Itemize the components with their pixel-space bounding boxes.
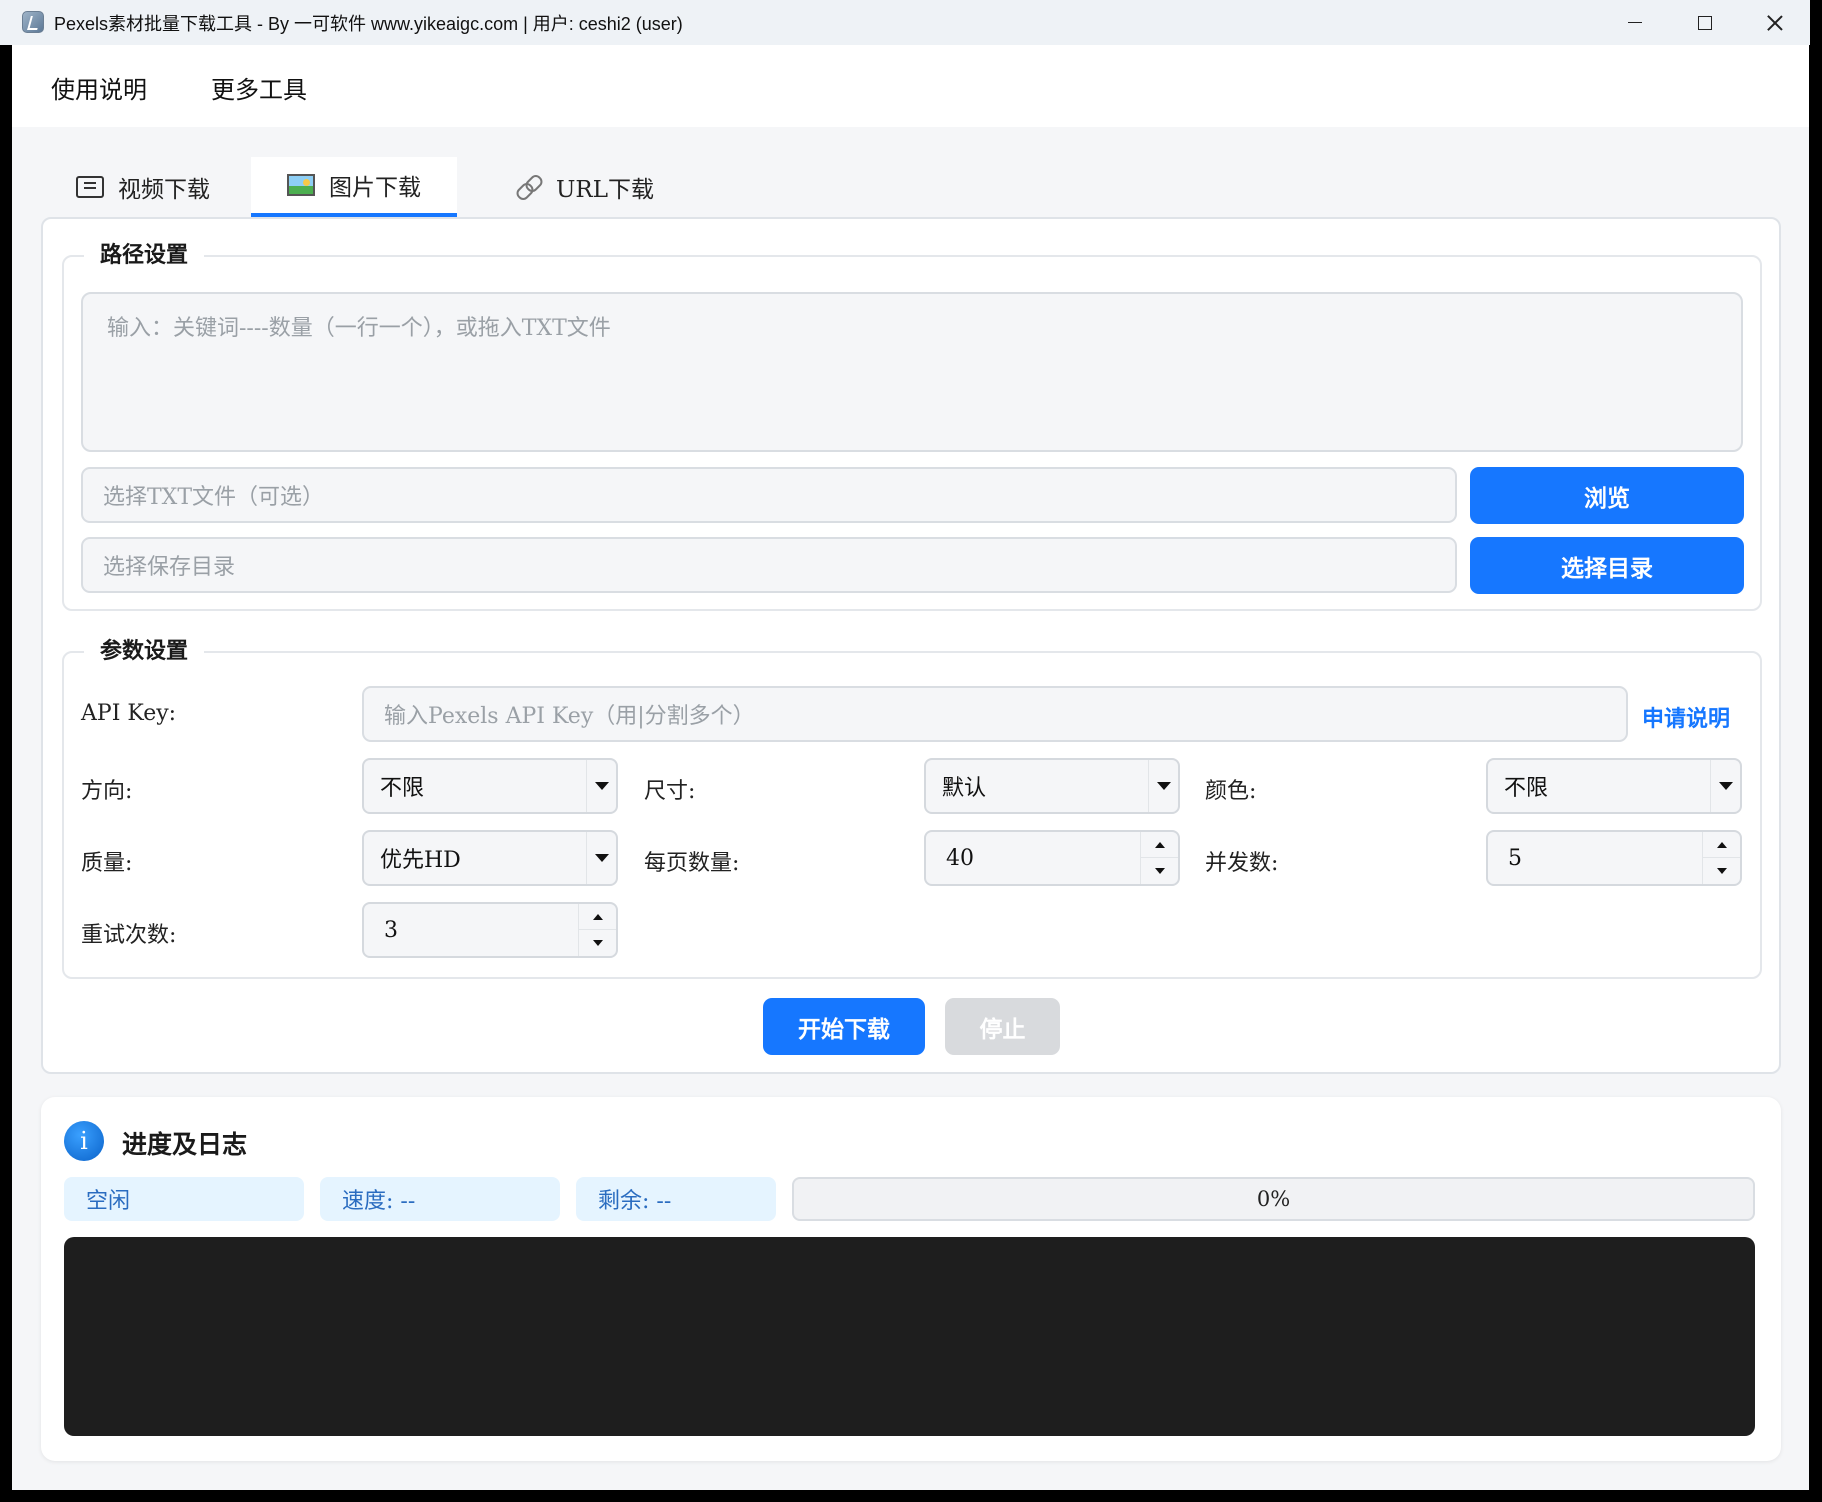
info-icon: i bbox=[64, 1121, 104, 1161]
title-bar: Pexels素材批量下载工具 - By 一可软件 www.yikeaigc.co… bbox=[0, 0, 1810, 45]
spin-down-icon[interactable] bbox=[1140, 858, 1178, 884]
stop-button[interactable]: 停止 bbox=[945, 998, 1060, 1055]
txt-file-input[interactable]: 选择TXT文件（可选） bbox=[81, 467, 1457, 523]
spin-up-icon[interactable] bbox=[578, 904, 616, 930]
param-settings-group: 参数设置 API Key: 输入Pexels API Key（用|分割多个） 申… bbox=[62, 633, 1762, 979]
close-icon bbox=[1766, 14, 1784, 32]
tab-label: 视频下载 bbox=[118, 177, 210, 203]
color-label: 颜色: bbox=[1205, 779, 1257, 804]
apply-instructions-link[interactable]: 申请说明 bbox=[1642, 701, 1730, 733]
keywords-textarea[interactable]: 输入：关键词----数量（一行一个），或拖入TXT文件 bbox=[81, 292, 1743, 452]
concurrency-value: 5 bbox=[1508, 845, 1522, 871]
menu-help[interactable]: 使用说明 bbox=[51, 70, 147, 105]
orientation-label: 方向: bbox=[81, 779, 133, 804]
window-title: Pexels素材批量下载工具 - By 一可软件 www.yikeaigc.co… bbox=[54, 14, 683, 34]
orientation-select[interactable]: 不限 bbox=[362, 758, 618, 814]
retry-value: 3 bbox=[384, 917, 398, 943]
size-label: 尺寸: bbox=[644, 779, 696, 804]
app-icon bbox=[22, 11, 44, 33]
menu-bar: 使用说明 更多工具 bbox=[12, 45, 1809, 127]
speed-badge: 速度: -- bbox=[320, 1177, 560, 1221]
size-value: 默认 bbox=[942, 776, 987, 801]
quality-label: 质量: bbox=[81, 851, 133, 876]
chevron-down-icon bbox=[586, 760, 616, 812]
link-icon bbox=[516, 174, 542, 200]
api-key-label: API Key: bbox=[81, 701, 177, 726]
api-key-input[interactable]: 输入Pexels API Key（用|分割多个） bbox=[362, 686, 1628, 742]
status-badge: 空闲 bbox=[64, 1177, 304, 1221]
remaining-badge: 剩余: -- bbox=[576, 1177, 776, 1221]
progress-text: 0% bbox=[1256, 1187, 1291, 1211]
minimize-button[interactable] bbox=[1600, 0, 1670, 45]
close-button[interactable] bbox=[1740, 0, 1810, 45]
progress-bar: 0% bbox=[792, 1177, 1755, 1221]
progress-log-panel: i 进度及日志 空闲 速度: -- 剩余: -- 0% bbox=[41, 1097, 1781, 1461]
minimize-icon bbox=[1628, 21, 1642, 24]
tab-url-download[interactable]: URL下载 bbox=[480, 157, 690, 217]
color-value: 不限 bbox=[1504, 776, 1549, 801]
tab-video-download[interactable]: 视频下载 bbox=[40, 157, 250, 217]
maximize-button[interactable] bbox=[1670, 0, 1740, 45]
maximize-icon bbox=[1698, 15, 1712, 30]
retry-label: 重试次数: bbox=[81, 923, 177, 948]
spin-up-icon[interactable] bbox=[1702, 832, 1740, 858]
chevron-down-icon bbox=[1710, 760, 1740, 812]
chevron-down-icon bbox=[586, 832, 616, 884]
image-icon bbox=[287, 174, 315, 196]
save-dir-input[interactable]: 选择保存目录 bbox=[81, 537, 1457, 593]
video-icon bbox=[76, 176, 104, 198]
quality-value: 优先HD bbox=[380, 848, 461, 873]
concurrency-label: 并发数: bbox=[1205, 851, 1279, 876]
image-download-panel: 路径设置 输入：关键词----数量（一行一个），或拖入TXT文件 选择TXT文件… bbox=[41, 217, 1781, 1074]
tab-label: URL下载 bbox=[556, 177, 654, 203]
path-settings-group: 路径设置 输入：关键词----数量（一行一个），或拖入TXT文件 选择TXT文件… bbox=[62, 237, 1762, 611]
size-select[interactable]: 默认 bbox=[924, 758, 1180, 814]
group-title: 参数设置 bbox=[84, 633, 205, 665]
concurrency-spinbox[interactable]: 5 bbox=[1486, 830, 1742, 886]
per-page-value: 40 bbox=[946, 845, 974, 871]
log-title: 进度及日志 bbox=[122, 1130, 248, 1159]
retry-spinbox[interactable]: 3 bbox=[362, 902, 618, 958]
log-console[interactable] bbox=[64, 1237, 1755, 1436]
quality-select[interactable]: 优先HD bbox=[362, 830, 618, 886]
tab-label: 图片下载 bbox=[329, 175, 421, 201]
tab-image-download[interactable]: 图片下载 bbox=[251, 157, 457, 217]
group-title: 路径设置 bbox=[84, 237, 205, 269]
chevron-down-icon bbox=[1148, 760, 1178, 812]
browse-button[interactable]: 浏览 bbox=[1470, 467, 1744, 524]
spin-down-icon[interactable] bbox=[578, 930, 616, 956]
spin-up-icon[interactable] bbox=[1140, 832, 1178, 858]
color-select[interactable]: 不限 bbox=[1486, 758, 1742, 814]
per-page-label: 每页数量: bbox=[644, 851, 740, 876]
start-download-button[interactable]: 开始下载 bbox=[763, 998, 925, 1055]
orientation-value: 不限 bbox=[380, 776, 425, 801]
menu-more-tools[interactable]: 更多工具 bbox=[211, 70, 307, 105]
spin-down-icon[interactable] bbox=[1702, 858, 1740, 884]
per-page-spinbox[interactable]: 40 bbox=[924, 830, 1180, 886]
choose-dir-button[interactable]: 选择目录 bbox=[1470, 537, 1744, 594]
